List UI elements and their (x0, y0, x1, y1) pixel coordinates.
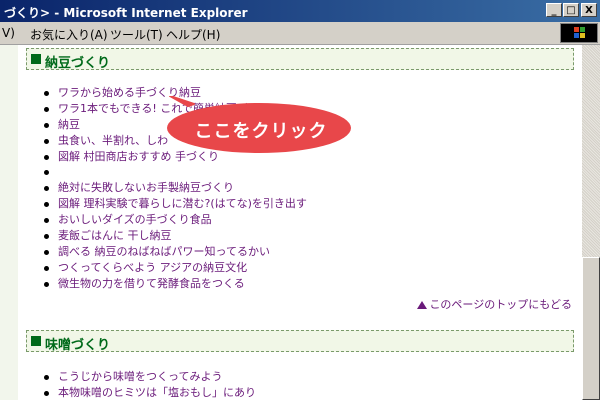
link[interactable]: 微生物の力を借りて発酵食品をつくる (58, 277, 245, 290)
section-title: 納豆づくり (45, 56, 111, 71)
bullet-icon (44, 202, 49, 208)
up-triangle-icon (417, 301, 428, 309)
miso-link-list: こうじから味噌をつくってみよう 本物味噌のヒミツは「塩おもし」にあり (38, 369, 256, 400)
close-button[interactable]: X (581, 3, 597, 17)
bullet-icon (44, 265, 49, 271)
link[interactable]: 虫食い、半割れ、しわ (58, 134, 168, 147)
bullet-icon (44, 249, 49, 255)
link[interactable]: つくってくらべよう アジアの納豆文化 (58, 261, 247, 274)
square-bullet-icon (31, 336, 41, 346)
link[interactable]: 納豆 (58, 118, 80, 131)
link[interactable]: おいしいダイズの手づくり食品 (58, 213, 212, 226)
windows-logo-icon (560, 23, 598, 43)
bullet-icon (44, 91, 49, 96)
bullet-icon (44, 390, 49, 396)
section-title: 味噌づくり (45, 338, 111, 353)
bullet-icon (44, 218, 49, 224)
square-bullet-icon (31, 54, 41, 64)
list-item: 麦飯ごはんに 干し納豆 (38, 228, 307, 244)
bullet-icon (44, 186, 49, 192)
scrollbar-thumb[interactable] (582, 257, 600, 400)
title-bar: づくり> - Microsoft Internet Explorer _ □ X (0, 0, 600, 22)
list-item: 本物味噌のヒミツは「塩おもし」にあり (38, 385, 256, 400)
link[interactable]: 図解 理科実験で暮らしに潜む?(はてな)を引き出す (58, 197, 307, 210)
bullet-icon (44, 138, 49, 144)
bullet-icon (44, 106, 49, 112)
bullet-icon (44, 281, 49, 287)
list-item: おいしいダイズの手づくり食品 (38, 212, 307, 228)
link[interactable]: 調べる 納豆のねばねばパワー知ってるかい (58, 245, 270, 258)
page-top-label: このページのトップにもどる (429, 298, 572, 311)
section-heading-miso: 味噌づくり (26, 330, 574, 353)
link[interactable]: 麦飯ごはんに 干し納豆 (58, 229, 172, 242)
link[interactable]: こうじから味噌をつくってみよう (58, 370, 222, 383)
vertical-scrollbar[interactable] (582, 45, 600, 400)
bullet-icon (44, 154, 49, 160)
page-top-link[interactable]: このページのトップにもどる (417, 296, 572, 312)
list-item: 調べる 納豆のねばねばパワー知ってるかい (38, 244, 307, 260)
menu-view[interactable]: V) (2, 26, 15, 40)
section-heading-natto: 納豆づくり (26, 48, 574, 71)
list-item: 絶対に失敗しないお手製納豆づくり (38, 180, 307, 196)
click-here-callout: ここをクリック (164, 96, 354, 156)
menu-help[interactable]: ヘルプ(H) (166, 26, 220, 43)
bullet-icon (44, 375, 49, 380)
link[interactable]: 絶対に失敗しないお手製納豆づくり (58, 181, 234, 194)
link[interactable]: 本物味噌のヒミツは「塩おもし」にあり (58, 386, 256, 399)
list-item: 微生物の力を借りて発酵食品をつくる (38, 276, 307, 292)
bullet-icon (44, 170, 49, 176)
window-title: づくり> - Microsoft Internet Explorer (4, 6, 248, 20)
list-item: こうじから味噌をつくってみよう (38, 369, 256, 385)
bullet-icon (44, 122, 49, 128)
list-item: つくってくらべよう アジアの納豆文化 (38, 260, 307, 276)
list-item (38, 164, 307, 180)
menu-favorites[interactable]: お気に入り(A) (30, 26, 108, 43)
maximize-button[interactable]: □ (563, 3, 579, 17)
bullet-icon (44, 234, 49, 240)
list-item: 図解 理科実験で暮らしに潜む?(はてな)を引き出す (38, 196, 307, 212)
callout-text: ここをクリック (194, 121, 328, 142)
menu-bar: V) お気に入り(A) ツール(T) ヘルプ(H) (0, 22, 600, 45)
menu-tools[interactable]: ツール(T) (110, 26, 163, 43)
minimize-button[interactable]: _ (546, 3, 562, 17)
left-stripe (0, 45, 18, 400)
